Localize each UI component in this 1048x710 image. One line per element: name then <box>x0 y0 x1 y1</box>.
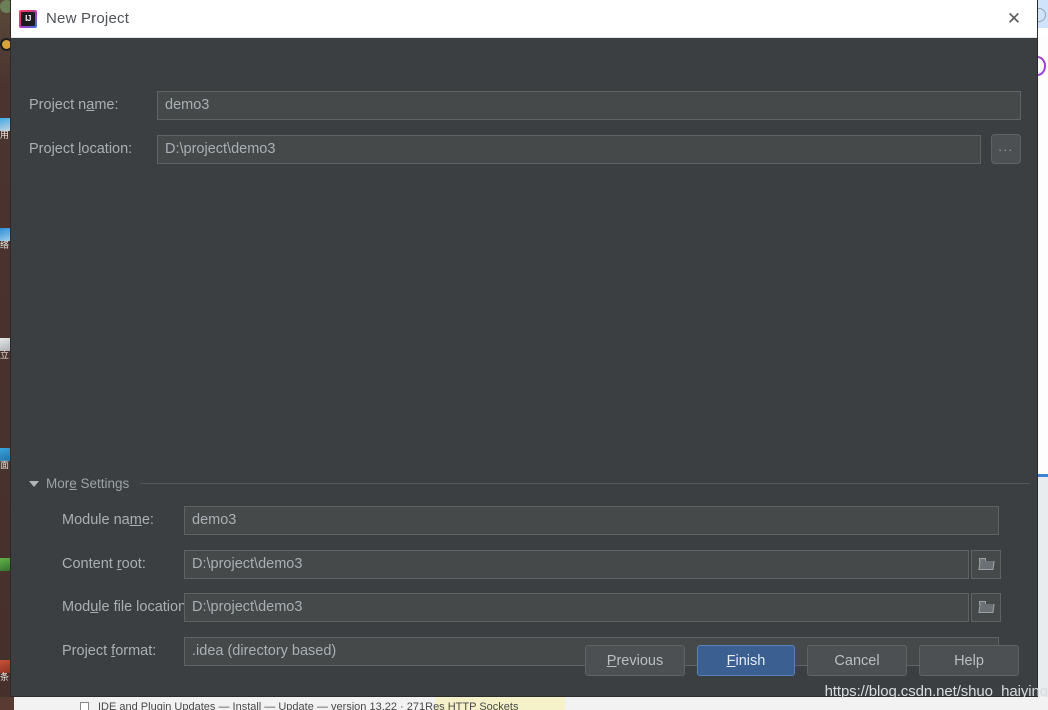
bg-strip-text: IDE and Plugin Updates — Install — Updat… <box>98 701 519 710</box>
project-location-browse-button[interactable]: ... <box>991 134 1021 164</box>
dialog-titlebar: IJ New Project ✕ <box>11 0 1037 38</box>
new-project-dialog: IJ New Project ✕ Project name: demo3 Pro… <box>10 0 1038 697</box>
project-name-row: Project name: demo3 <box>29 90 1021 120</box>
project-location-label: Project location: <box>29 141 133 157</box>
project-name-label: Project name: <box>29 97 119 113</box>
app-icon-letters: IJ <box>21 11 35 26</box>
module-file-location-row: Module file location: D:\project\demo3 <box>29 592 1029 622</box>
content-root-label: Content root: <box>62 556 146 572</box>
project-format-label: Project format: <box>62 643 157 659</box>
module-file-location-browse-button[interactable] <box>971 592 1001 622</box>
more-settings-separator <box>140 483 1029 484</box>
intellij-idea-icon: IJ <box>19 9 37 28</box>
content-root-input[interactable]: D:\project\demo3 <box>184 549 969 579</box>
background-bottom-strip: IDE and Plugin Updates — Install — Updat… <box>0 697 1048 710</box>
more-settings-label: More Settings <box>46 476 130 491</box>
dialog-button-bar: Previous Finish Cancel Help <box>585 645 1019 676</box>
folder-icon <box>977 601 995 613</box>
close-icon[interactable]: ✕ <box>991 0 1037 37</box>
cancel-button[interactable]: Cancel <box>807 645 907 676</box>
project-location-row: Project location: D:\project\demo3 ... <box>29 134 1021 164</box>
help-button[interactable]: Help <box>919 645 1019 676</box>
content-root-row: Content root: D:\project\demo3 <box>29 549 1029 579</box>
folder-icon <box>977 558 995 570</box>
project-format-value: .idea (directory based) <box>192 642 337 659</box>
module-name-row: Module name: demo3 <box>29 505 1029 535</box>
bg-checkbox[interactable] <box>80 702 89 710</box>
finish-button[interactable]: Finish <box>697 645 795 676</box>
module-name-input[interactable]: demo3 <box>184 505 999 535</box>
content-root-browse-button[interactable] <box>971 549 1001 579</box>
project-name-input[interactable]: demo3 <box>157 90 1021 120</box>
mouse-cursor <box>0 697 14 710</box>
more-settings-header[interactable]: More Settings <box>29 476 1029 491</box>
chevron-down-icon <box>29 480 39 487</box>
previous-button[interactable]: Previous <box>585 645 685 676</box>
project-location-input[interactable]: D:\project\demo3 <box>157 134 981 164</box>
module-file-location-input[interactable]: D:\project\demo3 <box>184 592 969 622</box>
dialog-title: New Project <box>46 10 130 27</box>
module-name-label: Module name: <box>62 512 154 528</box>
dialog-content: Project name: demo3 Project location: D:… <box>11 38 1037 696</box>
module-file-location-label: Module file location: <box>62 599 191 615</box>
